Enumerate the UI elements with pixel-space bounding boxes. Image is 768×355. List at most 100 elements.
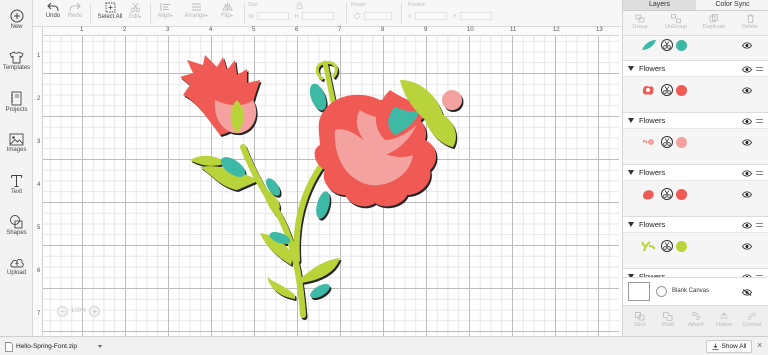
toolbar-divider — [150, 3, 151, 24]
layer-row[interactable] — [623, 78, 768, 104]
slice-button[interactable]: Slice — [628, 312, 652, 328]
flip-button[interactable]: Flip▾ — [216, 2, 238, 19]
stem-shape — [240, 144, 306, 318]
zoom-level: 100% — [71, 308, 87, 314]
rotate-input[interactable] — [364, 12, 392, 20]
layer-group-header[interactable]: Flowers — [623, 268, 768, 277]
layer-row[interactable] — [623, 130, 768, 156]
close-icon[interactable]: × — [757, 341, 762, 350]
eye-icon[interactable] — [742, 118, 752, 125]
caret-down-icon[interactable] — [628, 222, 634, 227]
delete-button[interactable]: Delete — [733, 14, 767, 30]
show-all-button[interactable]: Show All — [706, 340, 752, 353]
sidebar-item-shapes[interactable]: Shapes — [0, 214, 33, 236]
color-swatch[interactable] — [676, 137, 687, 148]
weld-button[interactable]: Weld — [656, 312, 680, 328]
sidebar-item-upload[interactable]: Upload — [0, 256, 33, 276]
sidebar-item-templates[interactable]: Templates — [0, 51, 33, 71]
height-input[interactable] — [302, 12, 334, 20]
group-icon — [635, 14, 645, 23]
layer-group-header[interactable]: Flowers — [623, 164, 768, 181]
basic-cut-icon — [661, 188, 673, 200]
rotate-label: Rotate — [351, 2, 366, 8]
eye-icon[interactable] — [742, 243, 752, 250]
caret-down-icon[interactable] — [628, 66, 634, 71]
text-t-icon — [11, 175, 22, 187]
redo-button[interactable]: Redo — [65, 2, 85, 19]
zoom-in-button[interactable]: + — [89, 305, 101, 317]
eye-icon[interactable] — [742, 170, 752, 177]
eye-icon[interactable] — [742, 139, 752, 146]
flatten-label: Flatten — [715, 322, 733, 328]
duplicate-button[interactable]: Duplicate — [697, 14, 731, 30]
color-swatch[interactable] — [676, 85, 687, 96]
layer-group-name: Flowers — [639, 64, 666, 73]
shapes-icon — [10, 215, 23, 229]
eye-hidden-icon[interactable] — [742, 289, 752, 296]
layer-group-header[interactable]: Flowers — [623, 112, 768, 129]
eye-icon[interactable] — [742, 191, 752, 198]
align-label: Align — [157, 13, 171, 19]
align-button[interactable]: Align▾ — [155, 2, 175, 19]
lock-icon[interactable] — [296, 2, 303, 9]
align-icon — [160, 3, 170, 11]
sidebar-item-projects[interactable]: Projects — [0, 91, 33, 113]
group-button[interactable]: Group — [623, 14, 657, 30]
sidebar-item-label: Shapes — [6, 230, 27, 236]
eye-icon[interactable] — [742, 66, 752, 73]
duplicate-label: Duplicate — [702, 24, 726, 30]
ungroup-button[interactable]: UnGroup — [659, 14, 693, 30]
layer-row[interactable] — [623, 36, 768, 60]
attach-button[interactable]: Attach — [684, 312, 708, 328]
leaf-shape — [267, 277, 295, 299]
eye-icon[interactable] — [742, 222, 752, 229]
flowers-artwork[interactable] — [175, 55, 475, 325]
download-item[interactable]: Hello-Spring-Font.zip — [5, 340, 77, 353]
caret-down-icon[interactable] — [628, 118, 634, 123]
drag-handle-icon[interactable] — [756, 67, 763, 71]
color-swatch[interactable] — [676, 40, 687, 51]
sidebar-item-text[interactable]: Text — [0, 174, 33, 195]
color-swatch[interactable] — [676, 241, 687, 252]
layer-group-header[interactable]: Flowers — [623, 60, 768, 77]
tab-layers[interactable]: Layers — [623, 0, 696, 10]
trash-icon — [746, 14, 754, 23]
arrange-button[interactable]: Arrange▾ — [181, 2, 211, 19]
width-input[interactable] — [257, 12, 289, 20]
select-all-button[interactable]: Select All — [95, 2, 125, 20]
layer-row[interactable] — [623, 234, 768, 260]
ruler-number: 3 — [166, 27, 170, 33]
zoom-control: − 100% + — [57, 305, 101, 317]
layer-thumbnail-icon — [642, 86, 654, 95]
x-position-input[interactable] — [415, 12, 447, 20]
edit-button[interactable]: Edit▾ — [126, 2, 144, 20]
flatten-button[interactable]: Flatten — [712, 312, 736, 328]
layer-row[interactable] — [623, 182, 768, 208]
color-swatch[interactable] — [676, 189, 687, 200]
caret-down-icon[interactable] — [628, 170, 634, 175]
canvas-color-swatch[interactable] — [656, 286, 667, 297]
blank-canvas-row[interactable]: Blank Canvas — [623, 277, 768, 305]
eye-icon[interactable] — [742, 42, 752, 49]
ruler-number: 2 — [123, 27, 127, 33]
eye-icon[interactable] — [742, 87, 752, 94]
undo-button[interactable]: Undo — [43, 2, 63, 19]
select-all-label: Select All — [97, 14, 123, 20]
contour-button[interactable]: Contour — [740, 312, 764, 328]
teal-leaf-shape — [309, 83, 327, 111]
sidebar-item-new[interactable]: New — [0, 9, 33, 30]
basic-cut-icon — [661, 84, 673, 96]
y-position-input[interactable] — [460, 12, 492, 20]
width-label: W — [249, 14, 254, 20]
zoom-out-button[interactable]: − — [57, 305, 68, 317]
sidebar-item-images[interactable]: Images — [0, 133, 33, 153]
drag-handle-icon[interactable] — [756, 171, 763, 175]
drag-handle-icon[interactable] — [756, 119, 763, 123]
layer-group-header[interactable]: Flowers — [623, 216, 768, 233]
size-label: Size — [248, 2, 258, 8]
ruler-number: 7 — [37, 311, 41, 317]
tab-color-sync[interactable]: Color Sync — [696, 0, 768, 10]
drag-handle-icon[interactable] — [756, 223, 763, 227]
redo-icon — [69, 2, 81, 12]
chevron-up-icon[interactable] — [98, 345, 102, 348]
